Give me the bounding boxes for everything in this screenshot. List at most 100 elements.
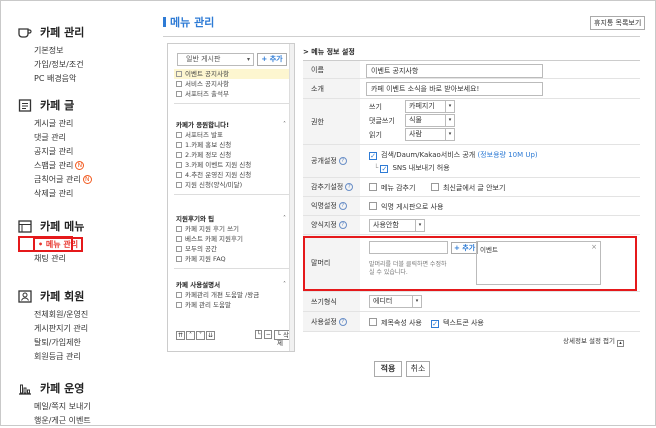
perm-write-select[interactable]: 카페지기 ▾ bbox=[405, 100, 455, 113]
help-icon[interactable]: ? bbox=[338, 202, 347, 210]
checkbox-checked[interactable]: ✓ bbox=[431, 320, 439, 328]
checkbox[interactable] bbox=[369, 202, 377, 210]
menu-item[interactable]: 카페관리 개편 도움말 /왕금 bbox=[174, 290, 290, 300]
section-header[interactable]: 카페 메뉴 bbox=[18, 218, 84, 234]
menu-group-title[interactable]: 카페 사용설명서 ˄ bbox=[174, 280, 290, 290]
row-name: 이름 이벤트 공지사항 bbox=[303, 60, 640, 79]
row-label: 소개 bbox=[303, 79, 360, 98]
perm-read-select[interactable]: 사람 ▾ bbox=[405, 128, 455, 141]
sidebar-item-posts[interactable]: 게시글 관리 bbox=[34, 117, 92, 131]
board-icon bbox=[176, 162, 182, 168]
sidebar-item-label: 금칙어글 관리 bbox=[34, 175, 81, 184]
perm-comment-select[interactable]: 식물 ▾ bbox=[405, 114, 455, 127]
row-label: 양식지정? bbox=[303, 216, 360, 234]
sidebar-item-comments[interactable]: 댓글 관리 bbox=[34, 131, 92, 145]
menu-item[interactable]: 카페 지원 후기 쓰기 bbox=[174, 224, 290, 234]
menu-item[interactable]: 지원 신청(양식/미달) bbox=[174, 180, 290, 190]
intro-input[interactable]: 카페 이벤트 소식을 바로 받아보세요! bbox=[366, 82, 543, 96]
anonymous-option[interactable]: 익명 게시판으로 사용 bbox=[369, 202, 443, 212]
chevron-down-icon: ▾ bbox=[415, 220, 424, 231]
sidebar-item-mail[interactable]: 메일/쪽지 보내기 bbox=[34, 400, 91, 414]
sidebar-item-board-keeper[interactable]: 게시판지기 관리 bbox=[34, 322, 88, 336]
sidebar-item-join-info[interactable]: 가입/정보/조건 bbox=[34, 58, 84, 72]
trash-list-button[interactable]: 휴지통 목록보기 bbox=[590, 16, 646, 30]
move-up-icon[interactable]: ˄ bbox=[186, 331, 195, 340]
collapse-icon[interactable]: ˄ bbox=[283, 214, 286, 224]
sidebar-item-chat-manage[interactable]: 채팅 관리 bbox=[34, 252, 84, 266]
template-select[interactable]: 사용안함 ▾ bbox=[369, 219, 425, 232]
row-label-text: 감추기설정 bbox=[311, 183, 344, 191]
move-down-icon[interactable]: ˅ bbox=[196, 331, 205, 340]
help-icon[interactable]: ? bbox=[338, 221, 347, 229]
detail-settings-toggle[interactable]: 상세정보 설정 접기 ▴ bbox=[563, 335, 624, 347]
sidebar-item-spam[interactable]: 스팸글 관리 N bbox=[34, 159, 92, 173]
menu-list-panel: 일반 게시판 ▾ + 추가 이벤트 공지사항 서비스 공지사항 서포터즈 출석부… bbox=[167, 43, 295, 352]
section-header[interactable]: 카페 관리 bbox=[18, 24, 84, 40]
help-icon[interactable]: ? bbox=[345, 183, 354, 191]
checkbox-checked[interactable]: ✓ bbox=[369, 152, 377, 160]
section-header[interactable]: 카페 글 bbox=[18, 97, 92, 113]
menu-item-label: 카페 지원 FAQ bbox=[185, 255, 226, 263]
row-label: 사용설정? bbox=[303, 312, 360, 331]
board-type-select[interactable]: 일반 게시판 ▾ bbox=[177, 53, 254, 66]
menu-item[interactable]: 서포터즈 발표 bbox=[174, 130, 290, 140]
public-option-sns[interactable]: └ ✓ SNS 내보내기 허용 bbox=[374, 163, 450, 173]
checkbox[interactable] bbox=[369, 318, 377, 326]
move-top-icon[interactable]: ⇈ bbox=[176, 331, 185, 340]
hide-menu-option[interactable]: 메뉴 감추기 bbox=[369, 183, 415, 193]
sidebar-item-basic-info[interactable]: 기본정보 bbox=[34, 44, 84, 58]
sidebar-item-member-grade[interactable]: 회원등급 관리 bbox=[34, 350, 88, 364]
checkbox-checked[interactable]: ✓ bbox=[380, 165, 389, 173]
menu-item-attendance[interactable]: 서포터즈 출석부 bbox=[174, 89, 290, 99]
sidebar-item-notices[interactable]: 공지글 관리 bbox=[34, 145, 92, 159]
menu-item[interactable]: 카페 지원 FAQ bbox=[174, 254, 290, 264]
menu-item-label: 서포터즈 발표 bbox=[185, 131, 223, 139]
editor-select[interactable]: 에디터 ▾ bbox=[369, 295, 422, 308]
menu-item-service-notice[interactable]: 서비스 공지사항 bbox=[174, 79, 290, 89]
menu-item-label: 서비스 공지사항 bbox=[185, 80, 229, 88]
board-icon bbox=[176, 292, 182, 298]
chevron-down-icon: ▾ bbox=[246, 56, 250, 63]
menu-item-label: 지원 신청(양식/미달) bbox=[185, 181, 243, 189]
apply-button[interactable]: 적용 bbox=[374, 361, 402, 377]
indent-icon[interactable]: └ bbox=[255, 330, 263, 339]
collapse-icon[interactable]: ˄ bbox=[283, 120, 286, 130]
menu-item[interactable]: 카페 관리 도움말 bbox=[174, 300, 290, 310]
menu-group: 지원후기와 팁 ˄ 카페 지원 후기 쓰기 베스트 카페 지원후기 모두의 공간 … bbox=[174, 214, 290, 273]
texticon-option[interactable]: ✓ 텍스트콘 사용 bbox=[431, 318, 484, 328]
title-attr-option[interactable]: 제목속성 사용 bbox=[369, 318, 422, 328]
menu-item[interactable]: 베스트 카페 지원후기 bbox=[174, 234, 290, 244]
help-icon[interactable]: ? bbox=[338, 157, 347, 165]
row-editor: 쓰기형식 에디터 ▾ bbox=[303, 292, 640, 312]
menu-item[interactable]: 모두의 공간 bbox=[174, 244, 290, 254]
section-header[interactable]: 카페 회원 bbox=[18, 288, 88, 304]
name-input[interactable]: 이벤트 공지사항 bbox=[366, 64, 543, 78]
minus-icon[interactable]: − bbox=[264, 330, 272, 339]
sidebar-item-members[interactable]: 전체회원/운영진 bbox=[34, 308, 88, 322]
checkbox[interactable] bbox=[431, 183, 439, 191]
collapse-icon[interactable]: ˄ bbox=[283, 280, 286, 290]
perm-comment-label: 댓글쓰기 bbox=[369, 117, 395, 125]
sidebar-item-deleted[interactable]: 삭제글 관리 bbox=[34, 187, 92, 201]
section-header[interactable]: 카페 운영 bbox=[18, 380, 91, 396]
cancel-button[interactable]: 취소 bbox=[406, 361, 430, 377]
menu-item[interactable]: 1.카페 홍보 신청 bbox=[174, 140, 290, 150]
sidebar-section-cafe-manage: 카페 관리 기본정보 가입/정보/조건 PC 배경음악 bbox=[18, 24, 84, 86]
sidebar-item-bgm[interactable]: PC 배경음악 bbox=[34, 72, 84, 86]
row-label: 익명설정? bbox=[303, 197, 360, 215]
hide-recent-option[interactable]: 최신글에서 글 안보기 bbox=[431, 183, 505, 193]
scrollbar[interactable] bbox=[289, 44, 294, 351]
sidebar-item-withdraw[interactable]: 탈퇴/가입제한 bbox=[34, 336, 88, 350]
menu-item-event-notice[interactable]: 이벤트 공지사항 bbox=[174, 69, 290, 79]
public-option-search[interactable]: ✓ 검색/Daum/Kakao서비스 공개 (정보용량 10M Up) bbox=[369, 150, 538, 160]
menu-group-title[interactable]: 지원후기와 팁 ˄ bbox=[174, 214, 290, 224]
menu-item[interactable]: 3.카페 이벤트 지원 신청 bbox=[174, 160, 290, 170]
menu-item[interactable]: 2.카페 정모 신청 bbox=[174, 150, 290, 160]
help-icon[interactable]: ? bbox=[338, 317, 347, 326]
menu-group-title[interactable]: 카페가 응원합니다! ˄ bbox=[174, 120, 290, 130]
add-menu-button[interactable]: + 추가 bbox=[257, 53, 287, 66]
sidebar-item-banned-words[interactable]: 금칙어글 관리 N bbox=[34, 173, 92, 187]
move-bottom-icon[interactable]: ⇊ bbox=[206, 331, 215, 340]
menu-item[interactable]: 4.추천 운영진 지원 신청 bbox=[174, 170, 290, 180]
checkbox[interactable] bbox=[369, 183, 377, 191]
